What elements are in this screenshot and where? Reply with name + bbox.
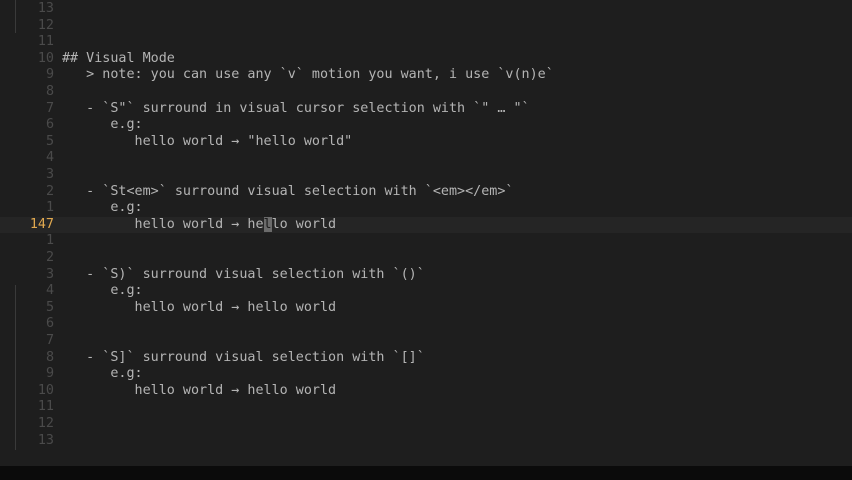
line-text: hello world → "hello world"	[62, 133, 353, 149]
line-number: 11	[37, 399, 54, 415]
code-line[interactable]: 2 - `St<em>` surround visual selection w…	[0, 184, 852, 201]
line-number: 5	[45, 299, 54, 315]
code-line[interactable]: 8 - `S]` surround visual selection with …	[0, 350, 852, 367]
code-line[interactable]: 9 e.g:	[0, 366, 852, 383]
code-editor[interactable]: 13 12 11 10 ## Visual Mode 9 > note: you can …	[0, 0, 852, 466]
line-text: > note: you can use any `v` motion you w…	[62, 67, 554, 83]
code-line[interactable]: 7 - `S"` surround in visual cursor selec…	[0, 101, 852, 118]
code-line[interactable]: 10 ## Visual Mode	[0, 51, 852, 68]
code-line[interactable]: 10 hello world → hello world	[0, 383, 852, 400]
line-text: hello world → hello world	[62, 299, 337, 315]
code-line[interactable]: 9 > note: you can use any `v` motion you…	[0, 67, 852, 84]
line-text: - `S"` surround in visual cursor selecti…	[62, 100, 530, 116]
code-line[interactable]: 8	[0, 84, 852, 101]
code-line[interactable]: 11	[0, 34, 852, 51]
line-number: 8	[45, 84, 54, 99]
line-text: hello world → hello world	[62, 382, 337, 398]
status-bar	[0, 466, 852, 480]
code-line[interactable]: 3	[0, 167, 852, 184]
line-number: 7	[45, 100, 54, 116]
line-number: 2	[45, 250, 54, 265]
code-line[interactable]: 1 e.g:	[0, 200, 852, 217]
text-cursor: l	[263, 216, 272, 232]
code-line[interactable]: 13	[0, 1, 852, 18]
line-text: - `St<em>` surround visual selection wit…	[62, 183, 514, 199]
line-text: e.g:	[62, 200, 143, 216]
line-text: e.g:	[62, 117, 143, 133]
line-number: 13	[37, 432, 54, 448]
line-text: e.g:	[62, 283, 143, 299]
line-number: 1	[45, 233, 54, 249]
line-text: ## Visual Mode	[62, 50, 175, 66]
line-number: 5	[45, 133, 54, 149]
line-number: 6	[45, 316, 54, 332]
code-line[interactable]: 12	[0, 18, 852, 35]
line-number: 4	[45, 283, 54, 299]
line-number: 9	[45, 67, 54, 83]
line-number: 7	[45, 333, 54, 348]
line-text: - `S]` surround visual selection with `[…	[62, 349, 425, 365]
line-number: 3	[45, 167, 54, 182]
code-line[interactable]: 4 e.g:	[0, 283, 852, 300]
line-text: hello world → hello world	[62, 216, 337, 232]
code-line[interactable]: 1	[0, 233, 852, 250]
line-number: 147	[29, 216, 54, 232]
code-line[interactable]: 4	[0, 150, 852, 167]
line-number: 6	[45, 117, 54, 133]
code-line[interactable]: 2	[0, 250, 852, 267]
line-text: e.g:	[62, 366, 143, 382]
line-text: - `S)` surround visual selection with `(…	[62, 266, 425, 282]
line-number: 13	[37, 1, 54, 16]
current-line[interactable]: 147 hello world → hello world	[0, 216, 852, 234]
line-number: 2	[45, 183, 54, 199]
code-line[interactable]: 6	[0, 316, 852, 333]
code-line[interactable]: 5 hello world → hello world	[0, 300, 852, 317]
line-number: 9	[45, 366, 54, 382]
line-number: 12	[37, 416, 54, 431]
code-line[interactable]: 3 - `S)` surround visual selection with …	[0, 267, 852, 284]
line-number: 11	[37, 34, 54, 50]
code-line[interactable]: 6 e.g:	[0, 117, 852, 134]
line-number: 10	[37, 50, 54, 66]
line-number: 8	[45, 349, 54, 365]
code-line[interactable]: 12	[0, 416, 852, 433]
code-line[interactable]: 11	[0, 399, 852, 416]
code-line[interactable]: 7	[0, 333, 852, 350]
line-number: 4	[45, 150, 54, 166]
line-number: 10	[37, 382, 54, 398]
line-number: 12	[37, 17, 54, 33]
line-number: 3	[45, 266, 54, 282]
code-line[interactable]: 13	[0, 433, 852, 450]
code-line[interactable]: 5 hello world → "hello world"	[0, 134, 852, 151]
line-number: 1	[45, 200, 54, 216]
